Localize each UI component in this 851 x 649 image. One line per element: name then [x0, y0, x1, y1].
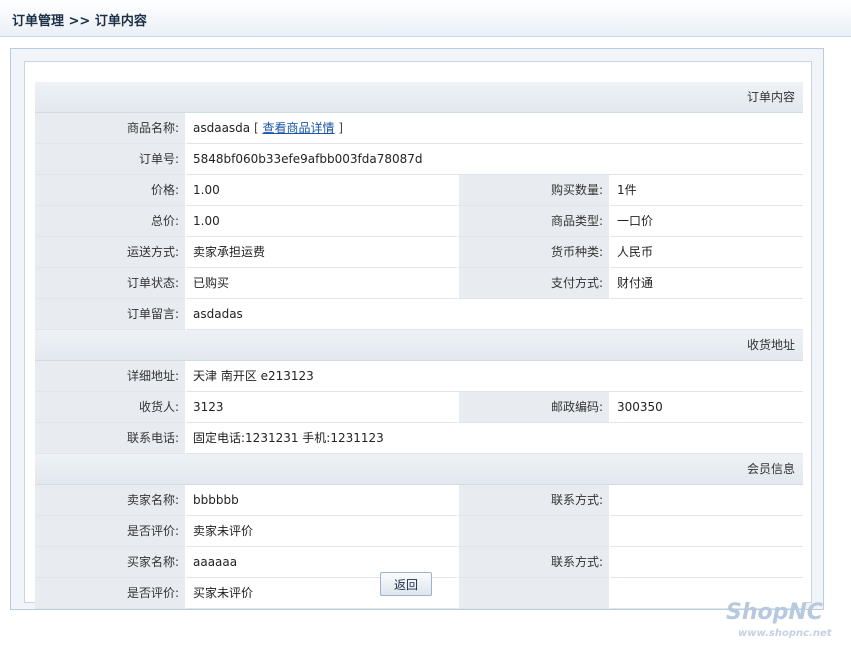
empty-value-cell [609, 516, 803, 547]
product-name-value: asdaasda [ 查看商品详情 ] [185, 113, 803, 144]
seller-contact-label: 联系方式: [457, 485, 609, 516]
table-row: 价格: 1.00 购买数量: 1件 [35, 175, 803, 206]
phone-value: 固定电话:1231231 手机:1231123 [185, 423, 803, 454]
brand-url: www.shopnc.net [738, 628, 832, 639]
payment-label: 支付方式: [457, 268, 609, 299]
seller-contact-value [609, 485, 803, 516]
breadcrumb: 订单管理 >> 订单内容 [12, 14, 147, 29]
table-row: 订单状态: 已购买 支付方式: 财付通 [35, 268, 803, 299]
order-no-value: 5848bf060b33efe9afbb003fda78087d [185, 144, 803, 175]
total-value: 1.00 [185, 206, 457, 237]
total-label: 总价: [35, 206, 185, 237]
shipping-value: 卖家承担运费 [185, 237, 457, 268]
table-row: 卖家名称: bbbbbb 联系方式: [35, 485, 803, 516]
section-title-order: 订单内容 [35, 82, 803, 113]
table-row: 联系电话: 固定电话:1231231 手机:1231123 [35, 423, 803, 454]
section-header-address: 收货地址 [35, 330, 803, 361]
price-value: 1.00 [185, 175, 457, 206]
section-title-address: 收货地址 [35, 330, 803, 361]
order-message-value: asdadas [185, 299, 803, 330]
quantity-label: 购买数量: [457, 175, 609, 206]
shipping-label: 运送方式: [35, 237, 185, 268]
seller-rated-value: 卖家未评价 [185, 516, 457, 547]
content-panel: 订单内容 商品名称: asdaasda [ 查看商品详情 ] 订单号: 5848… [10, 48, 824, 610]
order-detail-frame: 订单内容 商品名称: asdaasda [ 查看商品详情 ] 订单号: 5848… [24, 61, 812, 609]
order-no-label: 订单号: [35, 144, 185, 175]
receiver-value: 3123 [185, 392, 457, 423]
currency-label: 货币种类: [457, 237, 609, 268]
back-button[interactable]: 返回 [380, 572, 432, 596]
product-type-label: 商品类型: [457, 206, 609, 237]
table-row: 是否评价: 卖家未评价 [35, 516, 803, 547]
seller-rated-label: 是否评价: [35, 516, 185, 547]
top-bar: 订单管理 >> 订单内容 [0, 0, 851, 37]
table-row: 商品名称: asdaasda [ 查看商品详情 ] [35, 113, 803, 144]
buyer-name-label: 买家名称: [35, 547, 185, 578]
product-name-label: 商品名称: [35, 113, 185, 144]
phone-label: 联系电话: [35, 423, 185, 454]
zip-label: 邮政编码: [457, 392, 609, 423]
table-row: 运送方式: 卖家承担运费 货币种类: 人民币 [35, 237, 803, 268]
table-row: 订单留言: asdadas [35, 299, 803, 330]
table-row: 总价: 1.00 商品类型: 一口价 [35, 206, 803, 237]
brand-name: ShopNC [726, 600, 823, 625]
bracket-close: ] [338, 121, 344, 135]
seller-name-label: 卖家名称: [35, 485, 185, 516]
table-row: 详细地址: 天津 南开区 e213123 [35, 361, 803, 392]
section-title-member: 会员信息 [35, 454, 803, 485]
bracket-open: [ [253, 121, 259, 135]
section-header-order: 订单内容 [35, 82, 803, 113]
address-detail-value: 天津 南开区 e213123 [185, 361, 803, 392]
zip-value: 300350 [609, 392, 803, 423]
seller-name-value: bbbbbb [185, 485, 457, 516]
table-row: 订单号: 5848bf060b33efe9afbb003fda78087d [35, 144, 803, 175]
receiver-label: 收货人: [35, 392, 185, 423]
shopnc-logo: ShopNC www.shopnc.net [724, 600, 844, 646]
empty-label-cell [457, 578, 609, 609]
currency-value: 人民币 [609, 237, 803, 268]
buyer-contact-label: 联系方式: [457, 547, 609, 578]
quantity-value: 1件 [609, 175, 803, 206]
table-row: 收货人: 3123 邮政编码: 300350 [35, 392, 803, 423]
buyer-rated-label: 是否评价: [35, 578, 185, 609]
order-status-label: 订单状态: [35, 268, 185, 299]
section-header-member: 会员信息 [35, 454, 803, 485]
price-label: 价格: [35, 175, 185, 206]
view-product-detail-link[interactable]: 查看商品详情 [263, 121, 335, 135]
order-message-label: 订单留言: [35, 299, 185, 330]
buyer-contact-value [609, 547, 803, 578]
payment-value: 财付通 [609, 268, 803, 299]
product-type-value: 一口价 [609, 206, 803, 237]
address-detail-label: 详细地址: [35, 361, 185, 392]
product-name: asdaasda [193, 121, 251, 135]
order-status-value: 已购买 [185, 268, 457, 299]
empty-label-cell [457, 516, 609, 547]
